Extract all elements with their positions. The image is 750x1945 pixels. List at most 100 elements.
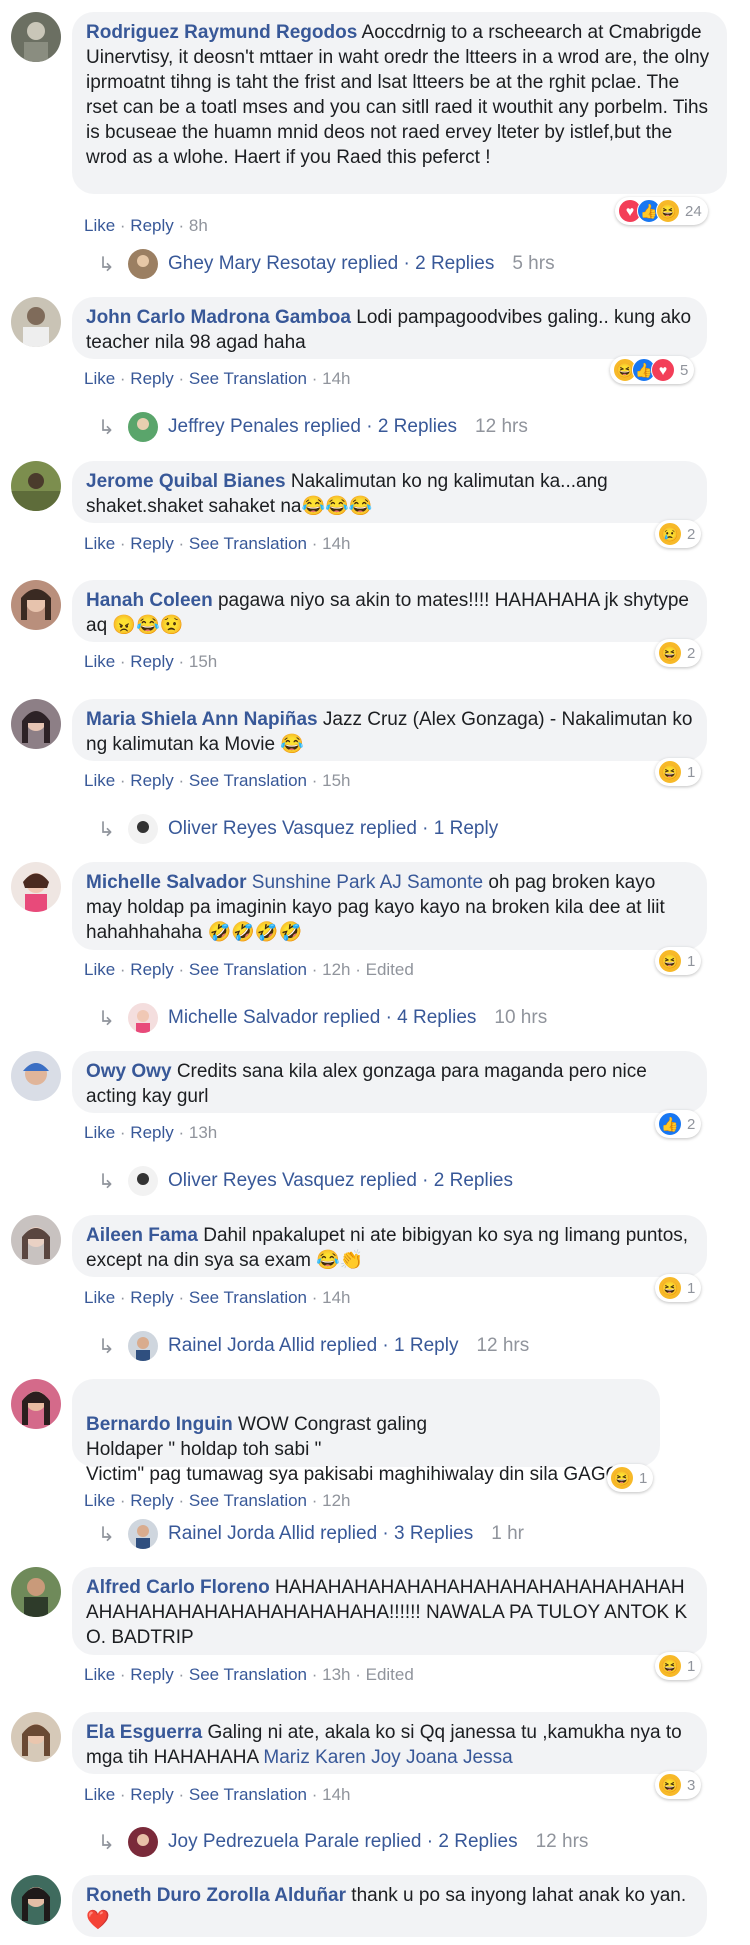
- reply-button[interactable]: Reply: [130, 1491, 173, 1510]
- avatar[interactable]: [11, 1875, 61, 1925]
- like-button[interactable]: Like: [84, 216, 115, 235]
- reply-author[interactable]: Jeffrey Penales: [168, 416, 299, 437]
- comment-author[interactable]: Michelle Salvador: [86, 872, 247, 893]
- comment-author[interactable]: Rodriguez Raymund Regodos: [86, 22, 357, 43]
- reply-button[interactable]: Reply: [130, 1665, 173, 1684]
- like-button[interactable]: Like: [84, 1123, 115, 1142]
- like-button[interactable]: Like: [84, 1785, 115, 1804]
- replies-link[interactable]: ↳ Rainel Jorda Allid replied · 3 Replies…: [98, 1517, 524, 1551]
- replies-link[interactable]: ↳ Ghey Mary Resotay replied · 2 Replies …: [98, 247, 555, 281]
- see-translation-link[interactable]: See Translation: [189, 960, 307, 979]
- like-button[interactable]: Like: [84, 960, 115, 979]
- replies-link[interactable]: ↳ Jeffrey Penales replied · 2 Replies 12…: [98, 410, 528, 444]
- comment-author[interactable]: Hanah Coleen: [86, 590, 213, 611]
- avatar[interactable]: [11, 699, 61, 749]
- like-button[interactable]: Like: [84, 1491, 115, 1510]
- reply-author[interactable]: Ghey Mary Resotay: [168, 253, 336, 274]
- reply-author[interactable]: Rainel Jorda Allid: [168, 1335, 315, 1356]
- reply-button[interactable]: Reply: [130, 1123, 173, 1142]
- avatar[interactable]: [11, 1215, 61, 1265]
- replies-link[interactable]: ↳ Oliver Reyes Vasquez replied · 1 Reply: [98, 812, 498, 846]
- comment-author[interactable]: Maria Shiela Ann Napiñas: [86, 709, 318, 730]
- replies-link[interactable]: ↳ Oliver Reyes Vasquez replied · 2 Repli…: [98, 1164, 513, 1198]
- reply-count[interactable]: replied · 4 Replies: [323, 1007, 476, 1028]
- avatar[interactable]: [11, 580, 61, 630]
- timestamp[interactable]: 12h: [322, 1491, 350, 1510]
- timestamp[interactable]: 15h: [322, 771, 350, 790]
- reply-count[interactable]: replied · 1 Reply: [360, 818, 498, 839]
- reply-author[interactable]: Rainel Jorda Allid: [168, 1523, 315, 1544]
- timestamp[interactable]: 14h: [322, 1785, 350, 1804]
- comment-author[interactable]: Jerome Quibal Bianes: [86, 471, 286, 492]
- reaction-summary[interactable]: 😆 1: [655, 947, 702, 975]
- timestamp[interactable]: 14h: [322, 534, 350, 553]
- reaction-summary[interactable]: 👍 2: [655, 1110, 702, 1138]
- avatar[interactable]: [11, 1712, 61, 1762]
- reaction-summary[interactable]: 😢 2: [655, 520, 702, 548]
- see-translation-link[interactable]: See Translation: [189, 369, 307, 388]
- timestamp[interactable]: 14h: [322, 1288, 350, 1307]
- like-button[interactable]: Like: [84, 652, 115, 671]
- reply-button[interactable]: Reply: [130, 771, 173, 790]
- mention-link[interactable]: Mariz Karen Joy Joana Jessa: [263, 1747, 512, 1768]
- reply-button[interactable]: Reply: [130, 960, 173, 979]
- reply-count[interactable]: replied · 2 Replies: [304, 416, 457, 437]
- replies-link[interactable]: ↳ Joy Pedrezuela Parale replied · 2 Repl…: [98, 1825, 588, 1859]
- timestamp[interactable]: 8h: [189, 216, 208, 235]
- comment-author[interactable]: Owy Owy: [86, 1061, 172, 1082]
- avatar[interactable]: [11, 862, 61, 912]
- reaction-summary[interactable]: 😆 3: [655, 1771, 702, 1799]
- avatar[interactable]: [11, 461, 61, 511]
- reply-author[interactable]: Michelle Salvador: [168, 1007, 318, 1028]
- comment-author[interactable]: Alfred Carlo Floreno: [86, 1577, 270, 1598]
- replies-link[interactable]: ↳ Michelle Salvador replied · 4 Replies …: [98, 1001, 547, 1035]
- reply-count[interactable]: replied · 3 Replies: [320, 1523, 473, 1544]
- like-button[interactable]: Like: [84, 771, 115, 790]
- see-translation-link[interactable]: See Translation: [189, 1665, 307, 1684]
- like-button[interactable]: Like: [84, 1665, 115, 1684]
- see-translation-link[interactable]: See Translation: [189, 1288, 307, 1307]
- comment-author[interactable]: John Carlo Madrona Gamboa: [86, 307, 351, 328]
- reply-author[interactable]: Joy Pedrezuela Parale: [168, 1831, 359, 1852]
- reaction-summary[interactable]: 😆 1: [655, 1652, 702, 1680]
- timestamp[interactable]: 15h: [189, 652, 217, 671]
- reply-count[interactable]: replied · 2 Replies: [364, 1831, 517, 1852]
- like-button[interactable]: Like: [84, 534, 115, 553]
- avatar[interactable]: [11, 12, 61, 62]
- replies-link[interactable]: ↳ Rainel Jorda Allid replied · 1 Reply 1…: [98, 1329, 529, 1363]
- timestamp[interactable]: 12h: [322, 960, 350, 979]
- comment-author[interactable]: Bernardo Inguin: [86, 1414, 233, 1435]
- comment-author[interactable]: Roneth Duro Zorolla Alduñar: [86, 1885, 346, 1906]
- avatar[interactable]: [11, 297, 61, 347]
- mention-link[interactable]: Sunshine Park AJ Samonte: [252, 872, 483, 893]
- reaction-summary[interactable]: 😆 2: [655, 639, 702, 667]
- comment-author[interactable]: Ela Esguerra: [86, 1722, 202, 1743]
- comment-author[interactable]: Aileen Fama: [86, 1225, 198, 1246]
- avatar[interactable]: [11, 1379, 61, 1429]
- reaction-summary[interactable]: 😆 1: [655, 758, 702, 786]
- avatar[interactable]: [11, 1051, 61, 1101]
- reply-count[interactable]: replied · 2 Replies: [360, 1170, 513, 1191]
- timestamp[interactable]: 13h: [189, 1123, 217, 1142]
- reaction-summary[interactable]: 😆 👍 ♥ 5: [610, 356, 695, 384]
- see-translation-link[interactable]: See Translation: [189, 534, 307, 553]
- reply-author[interactable]: Oliver Reyes Vasquez: [168, 818, 355, 839]
- timestamp[interactable]: 14h: [322, 369, 350, 388]
- see-translation-link[interactable]: See Translation: [189, 771, 307, 790]
- reply-button[interactable]: Reply: [130, 369, 173, 388]
- reply-button[interactable]: Reply: [130, 534, 173, 553]
- reaction-summary[interactable]: ♥ 👍 😆 24: [615, 197, 708, 225]
- reaction-summary[interactable]: 😆 1: [607, 1464, 654, 1492]
- reply-button[interactable]: Reply: [130, 1288, 173, 1307]
- reply-button[interactable]: Reply: [130, 1785, 173, 1804]
- reply-author[interactable]: Oliver Reyes Vasquez: [168, 1170, 355, 1191]
- avatar[interactable]: [11, 1567, 61, 1617]
- see-translation-link[interactable]: See Translation: [189, 1491, 307, 1510]
- like-button[interactable]: Like: [84, 1288, 115, 1307]
- reply-button[interactable]: Reply: [130, 652, 173, 671]
- reply-count[interactable]: replied · 2 Replies: [341, 253, 494, 274]
- timestamp[interactable]: 13h: [322, 1665, 350, 1684]
- like-button[interactable]: Like: [84, 369, 115, 388]
- reaction-summary[interactable]: 😆 1: [655, 1274, 702, 1302]
- see-translation-link[interactable]: See Translation: [189, 1785, 307, 1804]
